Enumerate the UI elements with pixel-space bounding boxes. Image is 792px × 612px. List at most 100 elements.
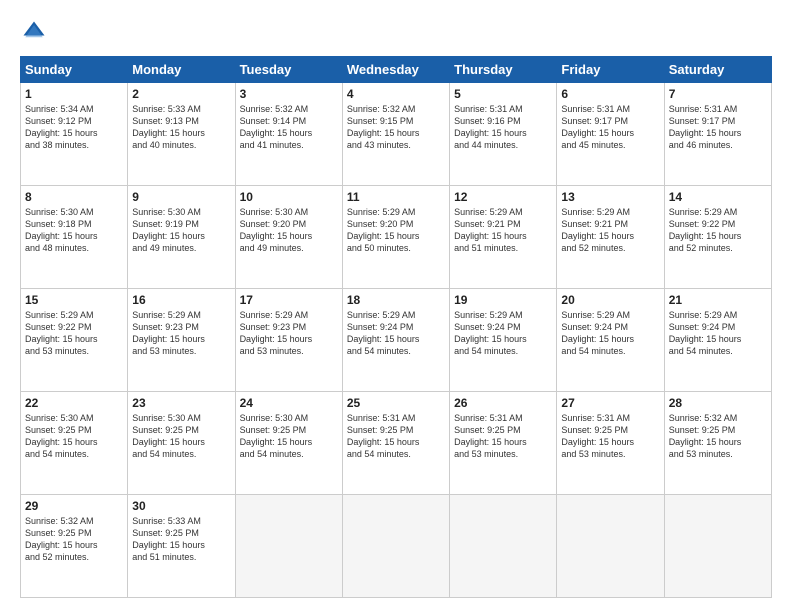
day-cell: 28 Sunrise: 5:32 AM Sunset: 9:25 PM Dayli… xyxy=(664,392,771,495)
week-row-3: 15 Sunrise: 5:29 AM Sunset: 9:22 PM Dayli… xyxy=(21,289,772,392)
day-cell: 14 Sunrise: 5:29 AM Sunset: 9:22 PM Dayli… xyxy=(664,186,771,289)
day-number: 15 xyxy=(25,293,123,307)
col-header-thursday: Thursday xyxy=(450,57,557,83)
day-info: Sunrise: 5:29 AM Sunset: 9:23 PM Dayligh… xyxy=(132,309,230,358)
day-cell: 18 Sunrise: 5:29 AM Sunset: 9:24 PM Dayli… xyxy=(342,289,449,392)
day-cell: 5 Sunrise: 5:31 AM Sunset: 9:16 PM Daylig… xyxy=(450,83,557,186)
day-info: Sunrise: 5:30 AM Sunset: 9:25 PM Dayligh… xyxy=(240,412,338,461)
day-cell: 30Sunrise: 5:33 AM Sunset: 9:25 PM Dayli… xyxy=(128,495,235,598)
day-cell: 11 Sunrise: 5:29 AM Sunset: 9:20 PM Dayli… xyxy=(342,186,449,289)
day-cell: 7 Sunrise: 5:31 AM Sunset: 9:17 PM Daylig… xyxy=(664,83,771,186)
day-info: Sunrise: 5:29 AM Sunset: 9:24 PM Dayligh… xyxy=(347,309,445,358)
day-info: Sunrise: 5:30 AM Sunset: 9:20 PM Dayligh… xyxy=(240,206,338,255)
header xyxy=(20,18,772,46)
day-cell: 29 Sunrise: 5:32 AM Sunset: 9:25 PM Dayli… xyxy=(21,495,128,598)
day-cell xyxy=(342,495,449,598)
col-header-tuesday: Tuesday xyxy=(235,57,342,83)
day-info: Sunrise: 5:29 AM Sunset: 9:23 PM Dayligh… xyxy=(240,309,338,358)
day-number: 1 xyxy=(25,87,123,101)
day-cell: 25 Sunrise: 5:31 AM Sunset: 9:25 PM Dayli… xyxy=(342,392,449,495)
day-info: Sunrise: 5:29 AM Sunset: 9:24 PM Dayligh… xyxy=(669,309,767,358)
day-info: Sunrise: 5:29 AM Sunset: 9:21 PM Dayligh… xyxy=(454,206,552,255)
logo xyxy=(20,18,52,46)
day-number: 26 xyxy=(454,396,552,410)
day-cell xyxy=(450,495,557,598)
calendar-body: 1 Sunrise: 5:34 AM Sunset: 9:12 PM Daylig… xyxy=(21,83,772,598)
day-info: Sunrise: 5:31 AM Sunset: 9:25 PM Dayligh… xyxy=(454,412,552,461)
day-cell: 26 Sunrise: 5:31 AM Sunset: 9:25 PM Dayli… xyxy=(450,392,557,495)
day-number: 23 xyxy=(132,396,230,410)
day-cell: 24 Sunrise: 5:30 AM Sunset: 9:25 PM Dayli… xyxy=(235,392,342,495)
col-header-monday: Monday xyxy=(128,57,235,83)
day-cell: 16 Sunrise: 5:29 AM Sunset: 9:23 PM Dayli… xyxy=(128,289,235,392)
day-cell xyxy=(664,495,771,598)
day-cell: 6Sunrise: 5:31 AM Sunset: 9:17 PM Daylig… xyxy=(557,83,664,186)
day-number: 19 xyxy=(454,293,552,307)
week-row-1: 1 Sunrise: 5:34 AM Sunset: 9:12 PM Daylig… xyxy=(21,83,772,186)
day-number: 5 xyxy=(454,87,552,101)
col-header-saturday: Saturday xyxy=(664,57,771,83)
day-info: Sunrise: 5:31 AM Sunset: 9:17 PM Dayligh… xyxy=(669,103,767,152)
day-info: Sunrise: 5:32 AM Sunset: 9:14 PM Dayligh… xyxy=(240,103,338,152)
day-number: 10 xyxy=(240,190,338,204)
logo-icon xyxy=(20,18,48,46)
day-number: 17 xyxy=(240,293,338,307)
day-info: Sunrise: 5:29 AM Sunset: 9:24 PM Dayligh… xyxy=(454,309,552,358)
day-cell: 8Sunrise: 5:30 AM Sunset: 9:18 PM Daylig… xyxy=(21,186,128,289)
day-info: Sunrise: 5:29 AM Sunset: 9:22 PM Dayligh… xyxy=(25,309,123,358)
day-cell: 4 Sunrise: 5:32 AM Sunset: 9:15 PM Daylig… xyxy=(342,83,449,186)
day-cell: 9 Sunrise: 5:30 AM Sunset: 9:19 PM Daylig… xyxy=(128,186,235,289)
day-number: 7 xyxy=(669,87,767,101)
day-info: Sunrise: 5:30 AM Sunset: 9:25 PM Dayligh… xyxy=(132,412,230,461)
day-cell: 20Sunrise: 5:29 AM Sunset: 9:24 PM Dayli… xyxy=(557,289,664,392)
day-info: Sunrise: 5:31 AM Sunset: 9:16 PM Dayligh… xyxy=(454,103,552,152)
day-cell xyxy=(235,495,342,598)
day-number: 14 xyxy=(669,190,767,204)
day-cell: 23 Sunrise: 5:30 AM Sunset: 9:25 PM Dayli… xyxy=(128,392,235,495)
day-number: 21 xyxy=(669,293,767,307)
day-cell: 2 Sunrise: 5:33 AM Sunset: 9:13 PM Daylig… xyxy=(128,83,235,186)
day-info: Sunrise: 5:29 AM Sunset: 9:21 PM Dayligh… xyxy=(561,206,659,255)
day-info: Sunrise: 5:34 AM Sunset: 9:12 PM Dayligh… xyxy=(25,103,123,152)
day-cell: 27Sunrise: 5:31 AM Sunset: 9:25 PM Dayli… xyxy=(557,392,664,495)
day-number: 29 xyxy=(25,499,123,513)
week-row-2: 8Sunrise: 5:30 AM Sunset: 9:18 PM Daylig… xyxy=(21,186,772,289)
day-info: Sunrise: 5:32 AM Sunset: 9:25 PM Dayligh… xyxy=(669,412,767,461)
day-cell: 12 Sunrise: 5:29 AM Sunset: 9:21 PM Dayli… xyxy=(450,186,557,289)
day-number: 28 xyxy=(669,396,767,410)
day-info: Sunrise: 5:32 AM Sunset: 9:25 PM Dayligh… xyxy=(25,515,123,564)
day-number: 4 xyxy=(347,87,445,101)
day-number: 27 xyxy=(561,396,659,410)
day-cell: 15 Sunrise: 5:29 AM Sunset: 9:22 PM Dayli… xyxy=(21,289,128,392)
day-info: Sunrise: 5:29 AM Sunset: 9:22 PM Dayligh… xyxy=(669,206,767,255)
day-info: Sunrise: 5:30 AM Sunset: 9:19 PM Dayligh… xyxy=(132,206,230,255)
day-number: 9 xyxy=(132,190,230,204)
day-info: Sunrise: 5:32 AM Sunset: 9:15 PM Dayligh… xyxy=(347,103,445,152)
day-info: Sunrise: 5:29 AM Sunset: 9:20 PM Dayligh… xyxy=(347,206,445,255)
day-number: 12 xyxy=(454,190,552,204)
day-cell: 13 Sunrise: 5:29 AM Sunset: 9:21 PM Dayli… xyxy=(557,186,664,289)
week-row-4: 22 Sunrise: 5:30 AM Sunset: 9:25 PM Dayli… xyxy=(21,392,772,495)
day-info: Sunrise: 5:30 AM Sunset: 9:25 PM Dayligh… xyxy=(25,412,123,461)
day-number: 2 xyxy=(132,87,230,101)
day-number: 25 xyxy=(347,396,445,410)
day-info: Sunrise: 5:31 AM Sunset: 9:25 PM Dayligh… xyxy=(347,412,445,461)
day-cell: 21 Sunrise: 5:29 AM Sunset: 9:24 PM Dayli… xyxy=(664,289,771,392)
day-info: Sunrise: 5:31 AM Sunset: 9:17 PM Dayligh… xyxy=(561,103,659,152)
week-row-5: 29 Sunrise: 5:32 AM Sunset: 9:25 PM Dayli… xyxy=(21,495,772,598)
day-info: Sunrise: 5:33 AM Sunset: 9:25 PM Dayligh… xyxy=(132,515,230,564)
day-number: 13 xyxy=(561,190,659,204)
day-number: 22 xyxy=(25,396,123,410)
day-number: 18 xyxy=(347,293,445,307)
day-number: 24 xyxy=(240,396,338,410)
day-info: Sunrise: 5:33 AM Sunset: 9:13 PM Dayligh… xyxy=(132,103,230,152)
day-number: 11 xyxy=(347,190,445,204)
col-header-friday: Friday xyxy=(557,57,664,83)
col-header-sunday: Sunday xyxy=(21,57,128,83)
day-number: 8 xyxy=(25,190,123,204)
day-number: 16 xyxy=(132,293,230,307)
day-info: Sunrise: 5:29 AM Sunset: 9:24 PM Dayligh… xyxy=(561,309,659,358)
day-number: 3 xyxy=(240,87,338,101)
day-cell: 19 Sunrise: 5:29 AM Sunset: 9:24 PM Dayli… xyxy=(450,289,557,392)
page: SundayMondayTuesdayWednesdayThursdayFrid… xyxy=(0,0,792,612)
